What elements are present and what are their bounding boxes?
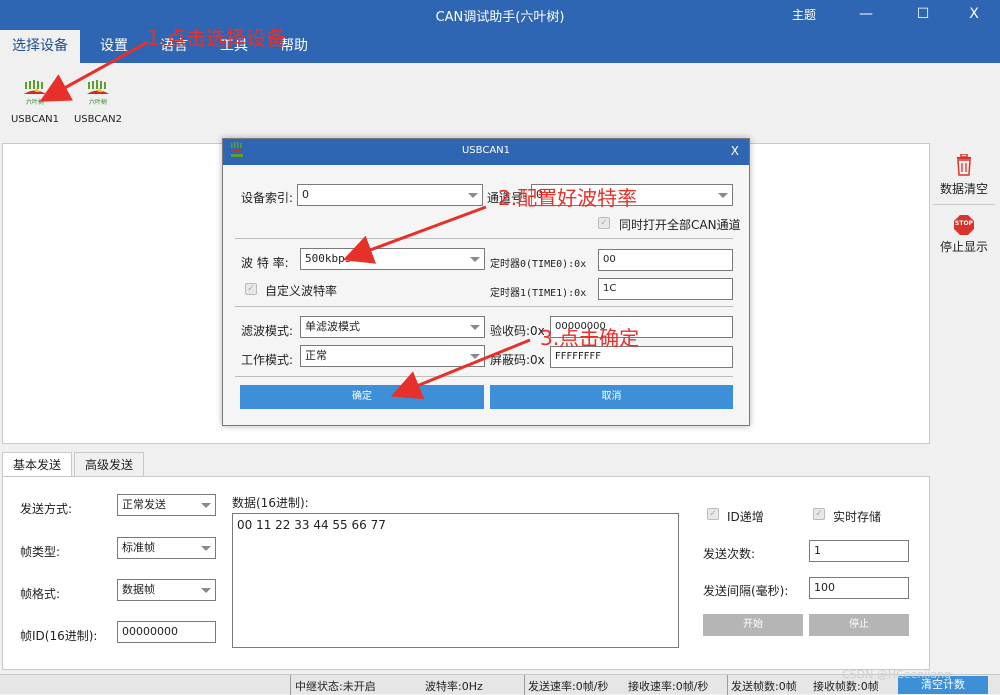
device-index-select[interactable]: 0 — [297, 184, 483, 206]
id-increment-label: ID递增 — [727, 510, 764, 524]
menu-settings[interactable]: 设置 — [88, 30, 140, 63]
custom-baud-label: 自定义波特率 — [265, 284, 338, 298]
baud-rate-select[interactable]: 500kbps — [300, 248, 485, 270]
tab-advanced-send[interactable]: 高级发送 — [74, 452, 145, 476]
stop-sign-icon: STOP — [953, 214, 975, 236]
frame-type-select[interactable]: 标准帧 — [117, 537, 216, 559]
divider — [524, 675, 525, 695]
divider — [727, 675, 728, 695]
send-interval-label: 发送间隔(毫秒): — [703, 584, 789, 598]
realtime-save-label: 实时存储 — [833, 510, 882, 524]
chevron-down-icon — [470, 354, 480, 359]
minimize-button[interactable]: — — [855, 4, 877, 24]
device-usbcan1[interactable]: 六叶树 USBCAN1 — [5, 80, 65, 125]
frame-id-input[interactable]: 00000000 — [117, 621, 216, 643]
dialog-title-bar: USBCAN1 X — [223, 139, 749, 165]
baud-status: 波特率:0Hz — [425, 680, 483, 693]
work-mode-select[interactable]: 正常 — [300, 345, 485, 367]
chevron-down-icon — [201, 503, 211, 508]
chevron-down-icon — [201, 546, 211, 551]
theme-menu[interactable]: 主题 — [792, 6, 816, 23]
sent-frames-status: 发送帧数:0帧 — [731, 680, 797, 693]
custom-baud-checkbox[interactable]: ✓ — [245, 283, 257, 295]
send-mode-label: 发送方式: — [20, 502, 73, 516]
mask-code-label: 屏蔽码:0x — [490, 353, 545, 367]
send-rate-status: 发送速率:0帧/秒 — [528, 680, 609, 693]
send-interval-input[interactable]: 100 — [809, 577, 909, 599]
timer1-label: 定时器1(TIME1):0x — [490, 288, 587, 299]
timer1-input[interactable]: 1C — [598, 278, 733, 300]
timer0-label: 定时器0(TIME0):0x — [490, 259, 587, 270]
frame-id-label: 帧ID(16进制): — [20, 629, 98, 643]
chevron-down-icon — [201, 588, 211, 593]
chevron-down-icon — [468, 193, 478, 198]
filter-mode-value: 单滤波模式 — [305, 320, 360, 333]
frame-format-select[interactable]: 数据帧 — [117, 579, 216, 601]
frame-format-label: 帧格式: — [20, 587, 61, 601]
frame-format-value: 数据帧 — [122, 583, 155, 596]
relay-status: 中继状态:未开启 — [295, 680, 376, 693]
baud-rate-value: 500kbps — [305, 252, 352, 265]
filter-mode-select[interactable]: 单滤波模式 — [300, 316, 485, 338]
frame-type-label: 帧类型: — [20, 545, 61, 559]
liuyeshu-logo-icon: 六叶树 — [22, 80, 48, 108]
divider — [235, 238, 733, 239]
divider — [933, 204, 995, 205]
annotation-step2: 2.配置好波特率 — [498, 186, 638, 210]
id-increment-checkbox[interactable]: ✓ — [707, 508, 719, 520]
side-panel: 数据清空 STOP 停止显示 — [933, 146, 995, 266]
work-mode-label: 工作模式: — [241, 353, 294, 367]
send-mode-value: 正常发送 — [122, 498, 166, 511]
usbcan1-config-dialog: USBCAN1 X 设备索引: 0 通道号: 0 ✓ 同时打开全部CAN通道 波… — [222, 138, 750, 426]
divider — [290, 675, 291, 695]
send-mode-select[interactable]: 正常发送 — [117, 494, 216, 516]
chevron-down-icon — [718, 193, 728, 198]
frame-type-value: 标准帧 — [122, 541, 155, 554]
divider — [235, 306, 733, 307]
device-usbcan2[interactable]: 六叶树 USBCAN2 — [68, 80, 128, 125]
dialog-title: USBCAN1 — [461, 145, 511, 156]
cancel-button[interactable]: 取消 — [490, 385, 733, 409]
clear-data-button[interactable]: 数据清空 — [933, 153, 995, 197]
open-all-channels-checkbox[interactable]: ✓ — [598, 217, 610, 229]
logo-text: 六叶树 — [88, 99, 107, 106]
logo-text: 六叶树 — [25, 99, 44, 106]
open-all-channels-label: 同时打开全部CAN通道 — [619, 218, 741, 232]
device-label: USBCAN2 — [73, 114, 123, 125]
send-count-label: 发送次数: — [703, 547, 756, 561]
filter-mode-label: 滤波模式: — [241, 324, 294, 338]
stop-send-button[interactable]: 停止 — [809, 614, 909, 636]
maximize-button[interactable]: ☐ — [912, 4, 934, 24]
send-count-input[interactable]: 1 — [809, 540, 909, 562]
work-mode-value: 正常 — [305, 349, 327, 362]
clear-data-label: 数据清空 — [939, 182, 988, 196]
annotation-step3: 3.点击确定 — [540, 326, 640, 350]
chevron-down-icon — [470, 325, 480, 330]
device-index-label: 设备索引: — [241, 191, 294, 205]
stop-display-button[interactable]: STOP 停止显示 — [933, 214, 995, 255]
realtime-save-checkbox[interactable]: ✓ — [813, 508, 825, 520]
baud-rate-label: 波 特 率: — [241, 256, 289, 270]
close-button[interactable]: X — [963, 4, 985, 24]
recv-rate-status: 接收速率:0帧/秒 — [628, 680, 709, 693]
liuyeshu-logo-icon: 六叶树 — [85, 80, 111, 108]
dialog-close-button[interactable]: X — [731, 144, 739, 158]
chevron-down-icon — [470, 257, 480, 262]
menu-select-device[interactable]: 选择设备 — [0, 30, 80, 63]
accept-code-label: 验收码:0x — [490, 324, 545, 338]
data-textarea[interactable]: 00 11 22 33 44 55 66 77 — [232, 513, 679, 648]
start-send-button[interactable]: 开始 — [703, 614, 803, 636]
device-index-value: 0 — [302, 188, 309, 201]
stop-display-label: 停止显示 — [939, 240, 988, 254]
tab-basic-send[interactable]: 基本发送 — [2, 452, 73, 477]
timer0-input[interactable]: 00 — [598, 249, 733, 271]
divider — [235, 376, 733, 377]
data-label: 数据(16进制): — [232, 496, 309, 510]
annotation-step1: 1.点击选择设备 — [147, 26, 287, 50]
device-label: USBCAN1 — [10, 114, 60, 125]
stop-icon-text: STOP — [955, 220, 973, 227]
watermark: CSDN @HCeenjiang — [842, 668, 952, 681]
trash-icon — [954, 153, 974, 176]
ok-button[interactable]: 确定 — [240, 385, 484, 409]
